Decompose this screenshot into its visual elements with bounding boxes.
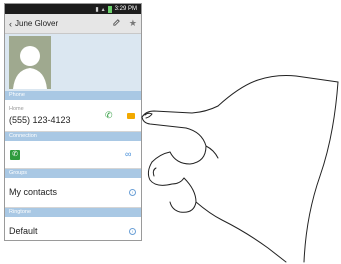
hand-gesture-illustration — [141, 75, 339, 263]
screenshot-canvas: ▮ ▴ 3:29 PM ‹ June Glover ★ Phone Home (… — [0, 0, 341, 264]
